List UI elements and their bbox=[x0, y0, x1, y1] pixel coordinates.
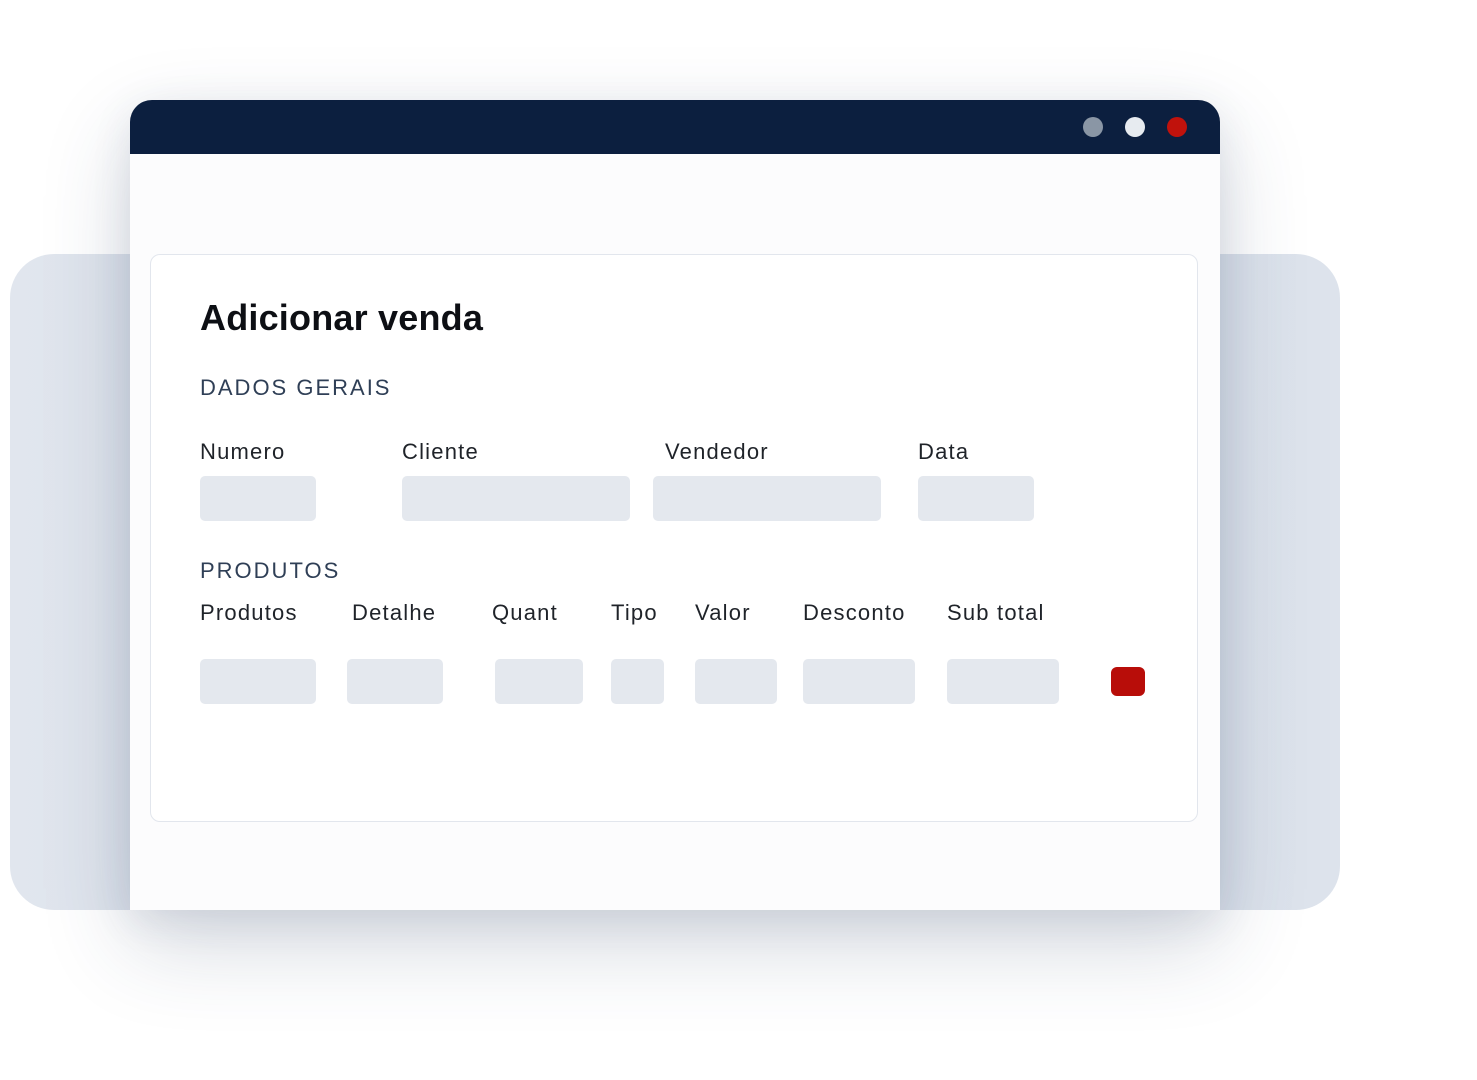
type-input[interactable] bbox=[611, 659, 664, 704]
window-minimize-dot[interactable] bbox=[1083, 117, 1103, 137]
column-header-produtos: Produtos bbox=[200, 600, 298, 625]
detail-input[interactable] bbox=[347, 659, 443, 704]
numero-label: Numero bbox=[200, 439, 286, 464]
column-header-desconto: Desconto bbox=[803, 600, 906, 625]
cliente-input[interactable] bbox=[402, 476, 630, 521]
column-header-valor: Valor bbox=[695, 600, 751, 625]
subtotal-input[interactable] bbox=[947, 659, 1059, 704]
window-titlebar bbox=[130, 100, 1220, 154]
vendedor-label: Vendedor bbox=[665, 439, 769, 464]
column-header-quant: Quant bbox=[492, 600, 558, 625]
data-label: Data bbox=[918, 439, 970, 464]
app-window: Adicionar venda DADOS GERAIS Numero Clie… bbox=[130, 100, 1220, 910]
remove-row-button[interactable] bbox=[1111, 667, 1145, 696]
product-input[interactable] bbox=[200, 659, 316, 704]
cliente-label: Cliente bbox=[402, 439, 479, 464]
window-maximize-dot[interactable] bbox=[1125, 117, 1145, 137]
numero-input[interactable] bbox=[200, 476, 316, 521]
column-header-tipo: Tipo bbox=[611, 600, 658, 625]
general-data-heading: DADOS GERAIS bbox=[200, 375, 392, 400]
products-heading: PRODUTOS bbox=[200, 558, 341, 583]
quantity-input[interactable] bbox=[495, 659, 583, 704]
discount-input[interactable] bbox=[803, 659, 915, 704]
column-header-detalhe: Detalhe bbox=[352, 600, 437, 625]
page-title: Adicionar venda bbox=[200, 297, 484, 338]
vendedor-input[interactable] bbox=[653, 476, 881, 521]
data-input[interactable] bbox=[918, 476, 1034, 521]
column-header-sub-total: Sub total bbox=[947, 600, 1045, 625]
value-input[interactable] bbox=[695, 659, 777, 704]
add-sale-form-card: Adicionar venda DADOS GERAIS Numero Clie… bbox=[150, 254, 1198, 822]
window-close-dot[interactable] bbox=[1167, 117, 1187, 137]
